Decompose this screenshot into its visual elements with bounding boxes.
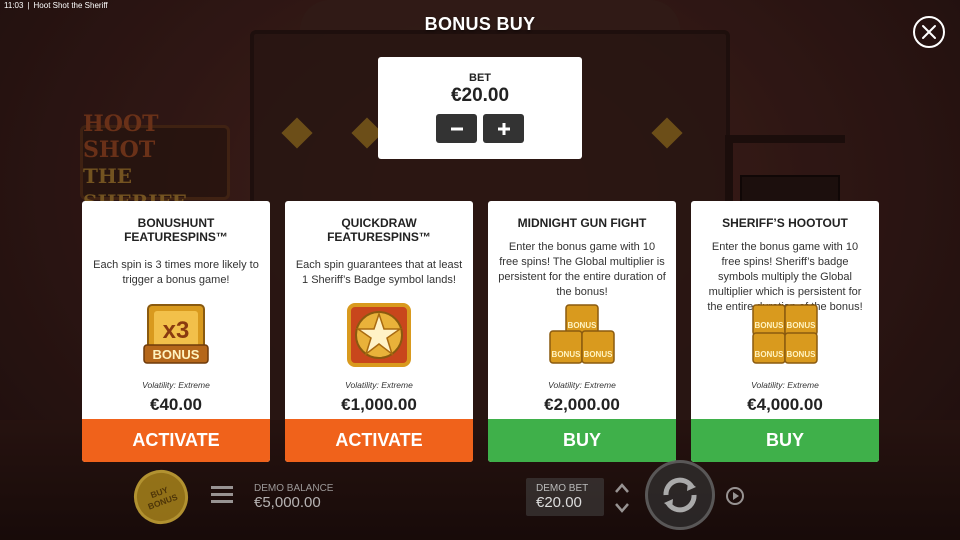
menu-icon-line — [211, 500, 233, 503]
menu-icon-line — [211, 486, 233, 489]
svg-text:x3: x3 — [163, 317, 190, 344]
demo-balance-value: €5,000.00 — [254, 494, 321, 511]
bonus-stack-4-icon: BONUS BONUS BONUS BONUS — [752, 304, 818, 364]
bet-controls — [436, 114, 524, 143]
status-bar: 11:03 | Hoot Shot the Sheriff — [0, 0, 112, 12]
close-icon — [922, 25, 936, 39]
buy-button[interactable]: BUY — [488, 419, 676, 462]
bonus-card-sheriffs-hootout: SHERIFF’S HOOTOUT Enter the bonus game w… — [691, 201, 879, 462]
svg-text:BONUS: BONUS — [787, 321, 817, 330]
svg-text:BONUS: BONUS — [755, 350, 785, 359]
svg-text:BONUS: BONUS — [568, 321, 598, 330]
modal-title: BONUS BUY — [424, 14, 536, 34]
card-description: Enter the bonus game with 10 free spins!… — [498, 241, 666, 298]
card-price: €40.00 — [150, 395, 202, 414]
card-title: BONUSHUNT FEATURESPINS™ — [124, 216, 228, 244]
bonus-card-quickdraw: QUICKDRAW FEATURESPINS™ Each spin guaran… — [285, 201, 473, 462]
status-app-title: Hoot Shot the Sheriff — [33, 1, 108, 10]
menu-icon-line — [211, 493, 233, 496]
svg-text:BONUS: BONUS — [787, 350, 817, 359]
sheriff-badge-icon — [347, 303, 411, 367]
card-title: QUICKDRAW FEATURESPINS™ — [327, 216, 431, 244]
spin-icon — [663, 477, 697, 513]
activate-button[interactable]: ACTIVATE — [82, 419, 270, 462]
bet-arrows[interactable] — [612, 480, 632, 521]
bet-label: BET — [469, 72, 491, 84]
svg-text:BONUS: BONUS — [153, 347, 200, 362]
card-price: €4,000.00 — [747, 395, 823, 414]
card-price: €1,000.00 — [341, 395, 417, 414]
menu-button[interactable] — [211, 486, 233, 507]
buy-button[interactable]: BUY — [691, 419, 879, 462]
card-description: Each spin guarantees that at least 1 She… — [295, 259, 463, 286]
card-description: Each spin is 3 times more likely to trig… — [93, 259, 259, 286]
status-separator: | — [27, 1, 30, 10]
demo-bet-label: DEMO BET — [536, 483, 589, 494]
card-volatility: Volatility: Extreme — [142, 380, 210, 390]
bet-panel: BET €20.00 — [378, 57, 582, 159]
card-volatility: Volatility: Extreme — [751, 380, 819, 390]
plus-icon — [497, 122, 510, 135]
bonus-card-bonushunt: BONUSHUNT FEATURESPINS™ Each spin is 3 t… — [82, 201, 270, 462]
bonus-card-midnight-gun-fight: MIDNIGHT GUN FIGHT Enter the bonus game … — [488, 201, 676, 462]
decrease-bet-button[interactable] — [436, 114, 477, 143]
close-button[interactable] — [913, 16, 945, 48]
autoplay-button[interactable] — [724, 485, 746, 512]
card-volatility: Volatility: Extreme — [548, 380, 616, 390]
autoplay-icon — [726, 487, 744, 505]
card-title: SHERIFF’S HOOTOUT — [722, 216, 848, 230]
increase-bet-button[interactable] — [483, 114, 524, 143]
card-price: €2,000.00 — [544, 395, 620, 414]
minus-icon — [450, 127, 463, 130]
demo-balance-label: DEMO BALANCE — [254, 483, 334, 494]
card-volatility: Volatility: Extreme — [345, 380, 413, 390]
bonus-x3-icon: x3 BONUS — [143, 304, 209, 364]
demo-bet-value: €20.00 — [536, 494, 582, 511]
svg-text:BONUS: BONUS — [584, 350, 614, 359]
card-title: MIDNIGHT GUN FIGHT — [517, 216, 647, 230]
activate-button[interactable]: ACTIVATE — [285, 419, 473, 462]
demo-bet-display: DEMO BET €20.00 — [526, 478, 604, 516]
svg-text:BONUS: BONUS — [755, 321, 785, 330]
chevron-up-down-icon — [615, 483, 629, 513]
spin-button[interactable] — [645, 460, 715, 530]
status-time: 11:03 — [4, 1, 24, 10]
bet-value: €20.00 — [450, 85, 510, 106]
bonus-stack-3-icon: BONUS BONUS BONUS — [549, 304, 615, 364]
svg-text:BONUS: BONUS — [552, 350, 582, 359]
